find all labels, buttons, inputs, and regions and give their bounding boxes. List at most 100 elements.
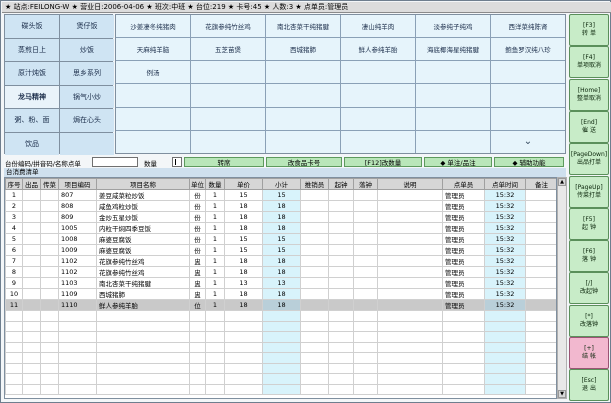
- change-card-button[interactable]: 改食品卡号: [266, 157, 342, 167]
- item-note-button[interactable]: ◆ 单注/品注: [424, 157, 492, 167]
- table-cell: [300, 255, 329, 267]
- table-cell: [442, 320, 485, 332]
- table-row[interactable]: 9 1103 南北杏菜干纯猪腱盅 1 13 13 管理员 15:32: [5, 277, 556, 289]
- table-cell: [353, 189, 378, 201]
- function-key-button[interactable]: [+] 结 帐: [569, 337, 609, 369]
- column-header[interactable]: 起钟: [328, 178, 354, 190]
- dish-empty-cell: [191, 61, 265, 84]
- table-row[interactable]: 8 1102 花旗参纯竹丝鸡盅 1 18 18 管理员 15:32: [5, 266, 556, 278]
- category-button[interactable]: 饮品: [5, 132, 59, 155]
- function-key-button[interactable]: [End] 催 送: [569, 110, 609, 143]
- category-button[interactable]: 龙马精神: [5, 85, 59, 108]
- column-header[interactable]: 备注: [525, 178, 556, 190]
- table-cell: [40, 310, 59, 322]
- table-cell: 盅: [189, 266, 206, 278]
- column-header[interactable]: 数量: [205, 178, 225, 190]
- function-key-button[interactable]: [F4] 单项取消: [569, 46, 609, 79]
- category-button[interactable]: 粥、粉、面: [5, 109, 59, 132]
- table-row[interactable]: 3 809 金炒五星炒饭份 1 18 18 管理员 15:32: [5, 211, 556, 223]
- function-key-button[interactable]: [*] 改落钟: [569, 304, 609, 337]
- table-row[interactable]: 10 1109 西城猪肺盅 1 18 18 管理员 15:32: [5, 288, 556, 300]
- column-header[interactable]: 单位: [189, 178, 206, 190]
- dish-button[interactable]: 例汤: [116, 61, 190, 84]
- function-key-button[interactable]: [PageDown] 出品打单: [569, 143, 609, 176]
- table-row[interactable]: 4 1005 内粒干焖四季豆饭份 1 18 18 管理员 15:32: [5, 222, 556, 234]
- table-row[interactable]: 5 1008 麻婆豆腐饭份 1 15 15 管理员 15:32: [5, 233, 556, 245]
- aux-function-button[interactable]: ◆ 辅助功能: [494, 157, 564, 167]
- table-row[interactable]: 7 1102 花旗参纯竹丝鸡盅 1 18 18 管理员 15:32: [5, 255, 556, 267]
- table-cell: [442, 341, 485, 353]
- table-cell: 麻婆豆腐饭: [96, 244, 190, 256]
- table-cell: 份: [189, 200, 206, 212]
- function-key-button[interactable]: [F5] 起 钟: [569, 207, 609, 240]
- table-cell: 1110: [58, 299, 97, 311]
- dish-button[interactable]: 鲍鱼罗汉纯八珍: [491, 38, 565, 61]
- column-header[interactable]: 小计: [262, 178, 301, 190]
- table-cell: [525, 255, 556, 267]
- table-cell: [22, 244, 41, 256]
- dish-page-down-icon[interactable]: ⌄: [491, 130, 565, 153]
- dish-button[interactable]: 沙姜凄冬纯猪肉: [116, 15, 190, 38]
- table-cell: 南北杏菜干纯猪腱: [96, 277, 190, 289]
- column-header[interactable]: 点单时间: [484, 178, 526, 190]
- dish-button[interactable]: 天麻纯羊脑: [116, 38, 190, 61]
- column-header[interactable]: 说明: [377, 178, 443, 190]
- dish-button[interactable]: 西洋菜纯陈肾: [491, 15, 565, 38]
- function-key-button[interactable]: [Esc] 退 出: [569, 369, 609, 402]
- column-header[interactable]: 落钟: [353, 178, 378, 190]
- function-key-button[interactable]: [PageUp] 传菜打单: [569, 175, 609, 208]
- category-button[interactable]: 思乡系列: [60, 62, 114, 85]
- table-cell: 15: [262, 233, 301, 245]
- order-table-scrollbar[interactable]: ▲ ▼: [557, 177, 567, 399]
- table-row[interactable]: 11 1110 鲜人参纯羊胎位 1 18 18 管理员 15:32: [5, 299, 556, 311]
- table-cell: [300, 299, 329, 311]
- dish-button[interactable]: 海底椰海星纯猪腱: [416, 38, 490, 61]
- dish-button[interactable]: 南北杏菜干纯猪腱: [266, 15, 340, 38]
- code-search-input[interactable]: [92, 157, 138, 167]
- column-header[interactable]: 传菜: [40, 178, 59, 190]
- transfer-table-button[interactable]: 转席: [184, 157, 264, 167]
- category-button[interactable]: 蒸煎日上: [5, 38, 59, 61]
- category-button[interactable]: 原汁炖饭: [5, 62, 59, 85]
- category-button[interactable]: 焗在心头: [60, 109, 114, 132]
- column-header[interactable]: 单价: [224, 178, 263, 190]
- dish-button[interactable]: 西城猪肺: [266, 38, 340, 61]
- scroll-down-arrow-icon[interactable]: ▼: [558, 390, 566, 398]
- dish-button[interactable]: 鲜人参纯羊胎: [341, 38, 415, 61]
- quantity-input[interactable]: [172, 157, 182, 167]
- category-button[interactable]: 碟头饭: [5, 15, 59, 38]
- table-cell: 1: [205, 244, 225, 256]
- table-row[interactable]: 2 808 咸鱼鸡粒炒饭份 1 18 18 管理员 15:32: [5, 200, 556, 212]
- column-header[interactable]: 项目编码: [58, 178, 97, 190]
- dish-empty-cell: [266, 84, 340, 107]
- column-header[interactable]: 点单员: [442, 178, 485, 190]
- function-key-button[interactable]: [F3] 转 单: [569, 14, 609, 46]
- table-row[interactable]: 1 807 姜豆咸菜粒炒饭份 1 15 15 管理员 15:32: [5, 189, 556, 201]
- dish-button[interactable]: 五芝苗煲: [191, 38, 265, 61]
- dish-button[interactable]: 凄山纯羊肉: [341, 15, 415, 38]
- table-cell: [353, 383, 378, 395]
- function-key-button[interactable]: [/] 改起钟: [569, 272, 609, 305]
- table-row[interactable]: 6 1009 麻婆豆腐饭份 1 15 15 管理员 15:32: [5, 244, 556, 256]
- table-row-empty: [5, 341, 556, 353]
- dish-button[interactable]: 淡参纯子纯鸡: [416, 15, 490, 38]
- function-key-label: 改起钟: [579, 288, 598, 296]
- column-header[interactable]: 项目名称: [96, 178, 190, 190]
- function-key-button[interactable]: [F6] 落 钟: [569, 240, 609, 273]
- column-header[interactable]: 推销员: [300, 178, 329, 190]
- table-cell: [484, 373, 526, 385]
- category-button[interactable]: 炒饭: [60, 38, 114, 61]
- table-cell: [262, 362, 301, 374]
- table-cell: 18: [262, 255, 301, 267]
- function-key-label: 催 送: [582, 126, 596, 134]
- dish-button[interactable]: 花旗参纯竹丝鸡: [191, 15, 265, 38]
- function-key-button[interactable]: [Home] 整单取消: [569, 78, 609, 111]
- scroll-up-arrow-icon[interactable]: ▲: [558, 178, 566, 186]
- category-button[interactable]: 煲仔饭: [60, 15, 114, 38]
- change-quantity-button[interactable]: [F12]改数量: [344, 157, 422, 167]
- table-row-empty: [5, 310, 556, 322]
- column-header[interactable]: 序号: [5, 178, 23, 190]
- column-header[interactable]: 出品: [22, 178, 41, 190]
- category-button[interactable]: 锅气小炒: [60, 85, 114, 108]
- table-cell: [328, 277, 354, 289]
